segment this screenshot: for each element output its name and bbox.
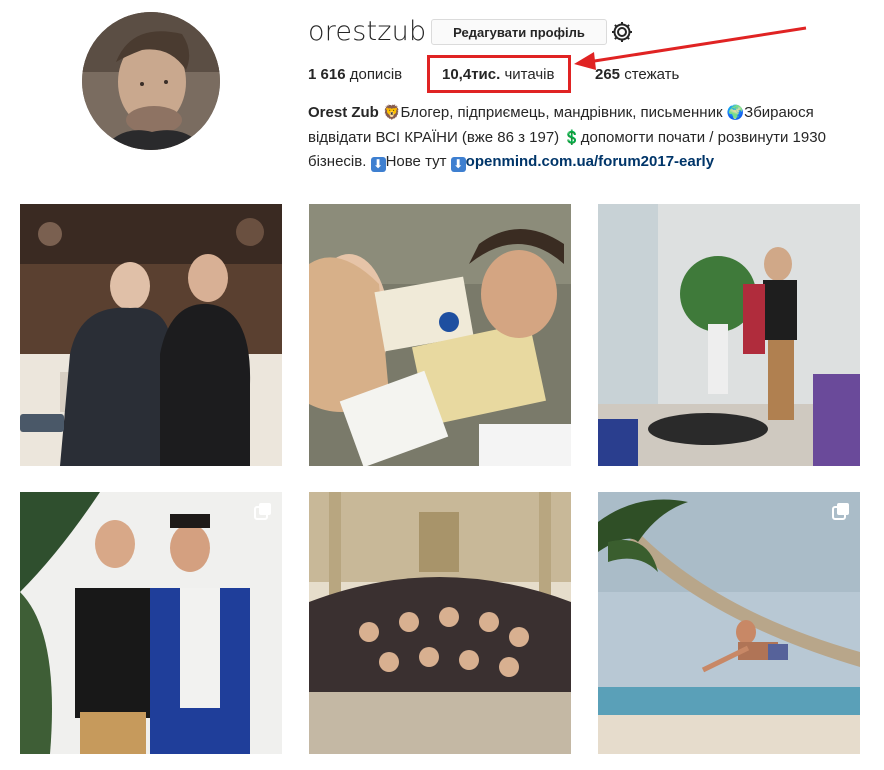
post-crowd-photo[interactable]	[309, 492, 571, 754]
profile-bio: Orest Zub 🦁Блогер, підприємець, мандрівн…	[308, 100, 858, 174]
multiple-images-icon	[254, 503, 271, 520]
post-two-men-photo[interactable]	[20, 492, 282, 754]
profile-avatar[interactable]	[82, 12, 220, 150]
bio-link[interactable]: openmind.com.ua/forum2017-early	[466, 153, 714, 170]
globe-emoji-icon: 🌍	[726, 104, 745, 120]
multiple-images-icon	[832, 503, 849, 520]
bio-text-1: Блогер, підприємець, мандрівник, письмен…	[400, 104, 723, 121]
post-yoga-photo[interactable]	[598, 204, 860, 466]
highlight-box	[427, 55, 571, 93]
dollar-emoji-icon: 💲	[563, 129, 581, 145]
annotation-arrow	[574, 26, 807, 70]
username: orestzub	[308, 16, 427, 47]
post-palm-beach-photo[interactable]	[598, 492, 860, 754]
down-arrow-icon: ⬇	[370, 157, 386, 172]
down-arrow-icon: ⬇	[450, 157, 466, 172]
post-restaurant-photo[interactable]	[20, 204, 282, 466]
lion-emoji-icon: 🦁	[383, 104, 401, 120]
posts-count: 1 616 дописів	[308, 64, 402, 86]
post-selfie-photo[interactable]	[309, 204, 571, 466]
posts-value: 1 616	[308, 66, 346, 83]
posts-label: дописів	[349, 66, 403, 83]
bio-name: Orest Zub	[308, 104, 379, 121]
bio-text-4: Нове тут	[385, 153, 447, 170]
